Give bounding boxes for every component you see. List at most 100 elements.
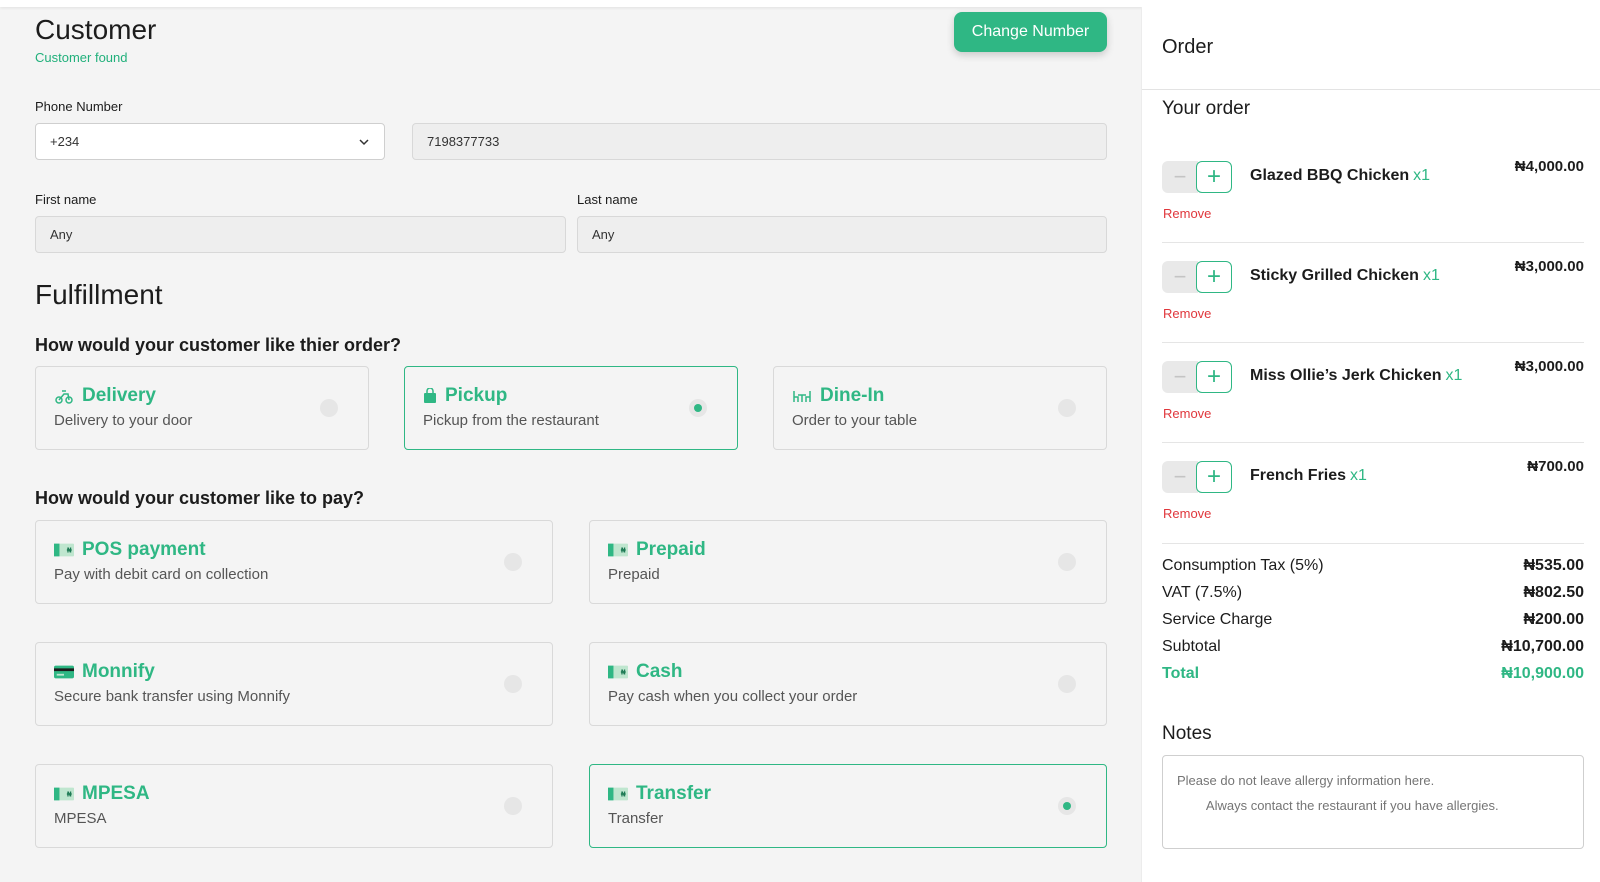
mpesa-radio[interactable]: [504, 797, 522, 815]
fulfillment-option-delivery[interactable]: Delivery Delivery to your door: [35, 366, 369, 450]
item-name: Miss Ollie’s Jerk Chicken x1: [1250, 367, 1462, 385]
customer-status: Customer found: [35, 50, 128, 65]
customer-title: Customer: [35, 14, 157, 45]
item-name: French Fries x1: [1250, 467, 1367, 485]
naira-note-icon: ₦: [608, 665, 628, 679]
transfer-title: Transfer: [636, 783, 711, 804]
fulfillment-option-dine-in[interactable]: Dine-In Order to your table: [773, 366, 1107, 450]
increase-quantity-button[interactable]: +: [1196, 361, 1232, 393]
item-quantity: x1: [1422, 267, 1440, 284]
summary-value: ₦10,700.00: [1501, 638, 1584, 655]
country-code-select[interactable]: +234: [35, 123, 385, 160]
summary-label: Consumption Tax (5%): [1162, 557, 1324, 574]
quantity-stepper: − +: [1162, 261, 1232, 293]
payment-option-cash[interactable]: ₦ Cash Pay cash when you collect your or…: [589, 642, 1107, 726]
summary-label: VAT (7.5%): [1162, 584, 1243, 601]
first-name-value: Any: [50, 227, 73, 242]
prepaid-subtitle: Prepaid: [608, 566, 660, 583]
payment-option-transfer[interactable]: ₦ Transfer Transfer: [589, 764, 1107, 848]
order-item: − + French Fries x1 ₦700.00 Remove: [1162, 453, 1584, 553]
naira-note-icon: ₦: [54, 787, 74, 801]
naira-note-icon: ₦: [608, 787, 628, 801]
monnify-subtitle: Secure bank transfer using Monnify: [54, 688, 290, 705]
increase-quantity-button[interactable]: +: [1196, 261, 1232, 293]
chevron-down-icon: [359, 138, 369, 145]
payment-question: How would your customer like to pay?: [35, 488, 365, 508]
item-divider: [1162, 543, 1584, 544]
remove-item-link[interactable]: Remove: [1163, 506, 1211, 521]
summary-label: Service Charge: [1162, 611, 1273, 628]
pos-subtitle: Pay with debit card on collection: [54, 566, 269, 583]
decrease-quantity-button[interactable]: −: [1162, 161, 1198, 193]
pos-radio[interactable]: [504, 553, 522, 571]
order-title: Order: [1162, 36, 1214, 58]
summary-value: ₦802.50: [1523, 584, 1585, 601]
quantity-stepper: − +: [1162, 361, 1232, 393]
customer-panel: Customer Customer found Change Number Ph…: [0, 7, 1141, 882]
svg-text:₦: ₦: [67, 790, 72, 799]
fulfillment-question: How would your customer like thier order…: [35, 335, 402, 355]
summary-value: ₦535.00: [1523, 557, 1585, 574]
monnify-radio[interactable]: [504, 675, 522, 693]
country-code-value: +234: [50, 134, 80, 149]
decrease-quantity-button[interactable]: −: [1162, 461, 1198, 493]
item-name-text: Glazed BBQ Chicken: [1250, 167, 1410, 184]
transfer-radio[interactable]: [1058, 797, 1076, 815]
order-item: − + Miss Ollie’s Jerk Chicken x1 ₦3,000.0…: [1162, 353, 1584, 453]
phone-number-input[interactable]: 7198377733: [412, 123, 1107, 160]
cash-title: Cash: [636, 661, 683, 682]
item-name-text: French Fries: [1250, 467, 1347, 484]
remove-item-link[interactable]: Remove: [1163, 306, 1211, 321]
last-name-value: Any: [592, 227, 615, 242]
payment-option-mpesa[interactable]: ₦ MPESA MPESA: [35, 764, 553, 848]
item-divider: [1162, 242, 1584, 243]
cash-subtitle: Pay cash when you collect your order: [608, 688, 858, 705]
pickup-radio[interactable]: [689, 399, 707, 417]
scooter-icon: [55, 390, 73, 404]
dining-table-icon: [793, 391, 811, 402]
payment-option-prepaid[interactable]: ₦ Prepaid Prepaid: [589, 520, 1107, 604]
item-quantity: x1: [1413, 167, 1431, 184]
item-price: ₦4,000.00: [1514, 158, 1584, 175]
last-name-label: Last name: [577, 192, 638, 207]
item-name: Sticky Grilled Chicken x1: [1250, 267, 1440, 285]
dine-in-radio[interactable]: [1058, 399, 1076, 417]
order-panel: Order Your order − + Glazed BBQ Chicken x…: [1141, 7, 1600, 882]
remove-item-link[interactable]: Remove: [1163, 406, 1211, 421]
order-item: − + Glazed BBQ Chicken x1 ₦4,000.00 Remov…: [1162, 153, 1584, 253]
item-quantity: x1: [1350, 467, 1367, 484]
increase-quantity-button[interactable]: +: [1196, 161, 1232, 193]
payment-option-monnify[interactable]: Monnify Secure bank transfer using Monni…: [35, 642, 553, 726]
summary-row-total: Total ₦10,900.00: [1162, 665, 1584, 683]
summary-row-vat: VAT (7.5%) ₦802.50: [1162, 584, 1584, 602]
remove-item-link[interactable]: Remove: [1163, 206, 1211, 221]
delivery-radio[interactable]: [320, 399, 338, 417]
cash-radio[interactable]: [1058, 675, 1076, 693]
naira-note-icon: ₦: [54, 543, 74, 557]
total-label: Total: [1162, 665, 1200, 682]
your-order-heading: Your order: [1162, 98, 1251, 119]
summary-row-subtotal: Subtotal ₦10,700.00: [1162, 638, 1584, 656]
dine-in-title: Dine-In: [820, 385, 885, 406]
svg-text:₦: ₦: [67, 546, 72, 555]
increase-quantity-button[interactable]: +: [1196, 461, 1232, 493]
phone-number-label: Phone Number: [35, 99, 123, 114]
notes-textarea[interactable]: [1162, 755, 1584, 849]
prepaid-title: Prepaid: [636, 539, 706, 560]
fulfillment-option-pickup[interactable]: Pickup Pickup from the restaurant: [404, 366, 738, 450]
change-number-button[interactable]: Change Number: [954, 12, 1107, 52]
credit-card-icon: [54, 665, 74, 679]
item-price: ₦3,000.00: [1514, 258, 1584, 275]
first-name-input[interactable]: Any: [35, 216, 566, 253]
prepaid-radio[interactable]: [1058, 553, 1076, 571]
summary-value: ₦200.00: [1523, 611, 1585, 628]
decrease-quantity-button[interactable]: −: [1162, 261, 1198, 293]
item-name-text: Miss Ollie’s Jerk Chicken: [1250, 367, 1442, 384]
payment-option-pos[interactable]: ₦ POS payment Pay with debit card on col…: [35, 520, 553, 604]
quantity-stepper: − +: [1162, 461, 1232, 493]
last-name-input[interactable]: Any: [577, 216, 1107, 253]
svg-text:₦: ₦: [621, 668, 626, 677]
decrease-quantity-button[interactable]: −: [1162, 361, 1198, 393]
item-price: ₦700.00: [1527, 458, 1584, 475]
item-divider: [1162, 342, 1584, 343]
